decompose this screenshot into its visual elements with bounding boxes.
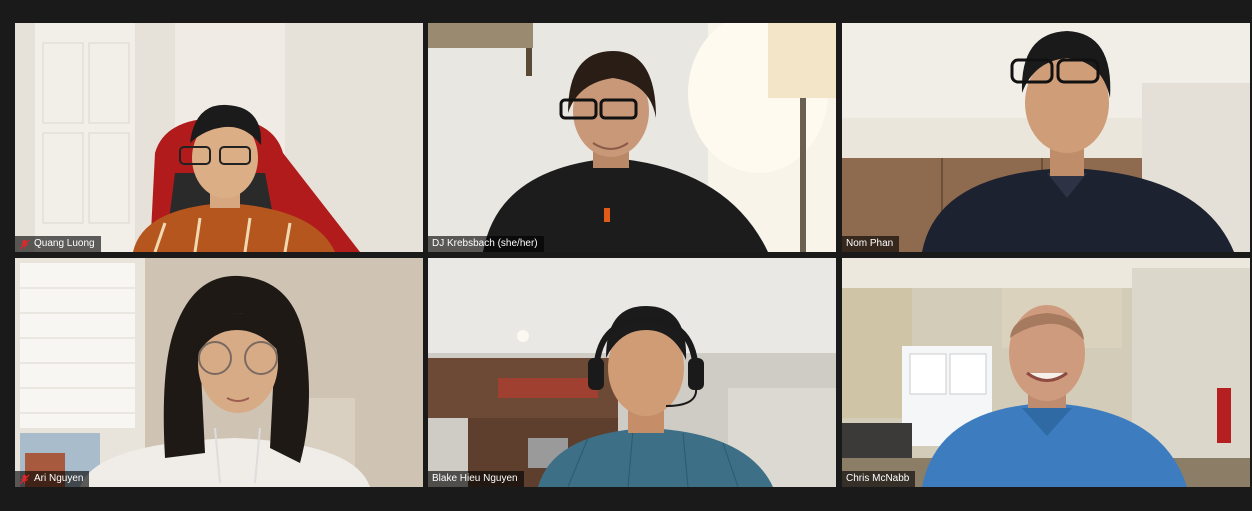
- participant-video: [428, 258, 836, 487]
- mic-muted-icon: [19, 473, 30, 485]
- participant-name: Blake Hieu Nguyen: [432, 473, 518, 484]
- video-tile-chris-mcnabb[interactable]: Chris McNabb: [842, 258, 1250, 487]
- participant-nameplate: Nom Phan: [842, 236, 900, 252]
- participant-nameplate: Chris McNabb: [842, 471, 916, 487]
- video-tile-blake-hieu-nguyen[interactable]: Blake Hieu Nguyen: [428, 258, 836, 487]
- video-tile-quang-luong[interactable]: Quang Luong: [15, 23, 423, 252]
- participant-name: Nom Phan: [846, 238, 894, 249]
- video-tile-ari-nguyen[interactable]: Ari Nguyen: [15, 258, 423, 487]
- participant-nameplate: Blake Hieu Nguyen: [428, 471, 524, 487]
- participant-name: Chris McNabb: [846, 473, 910, 484]
- participant-nameplate: Quang Luong: [15, 236, 101, 252]
- participant-video: [15, 258, 423, 487]
- participant-name: Quang Luong: [34, 238, 95, 249]
- participant-name: DJ Krebsbach (she/her): [432, 238, 538, 249]
- video-tile-dj-krebsbach[interactable]: DJ Krebsbach (she/her): [428, 23, 836, 252]
- participant-video: [15, 23, 423, 252]
- participant-nameplate: DJ Krebsbach (she/her): [428, 236, 544, 252]
- participant-name: Ari Nguyen: [34, 473, 84, 484]
- participant-nameplate: Ari Nguyen: [15, 471, 90, 487]
- video-gallery: Quang Luong DJ Krebsbach (she/her) Nom P…: [0, 0, 1252, 511]
- participant-video: [428, 23, 836, 252]
- participant-video: [842, 23, 1250, 252]
- mic-muted-icon: [19, 238, 30, 250]
- participant-video: [842, 258, 1250, 487]
- video-tile-nom-phan[interactable]: Nom Phan: [842, 23, 1250, 252]
